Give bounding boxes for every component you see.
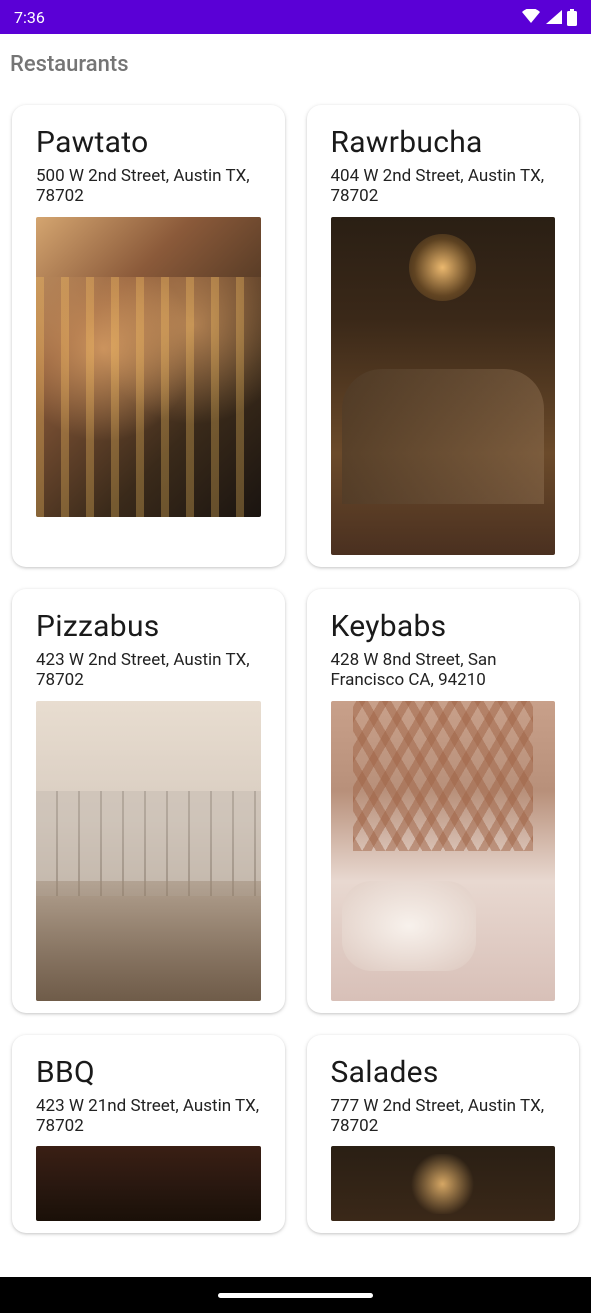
signal-icon [545,9,563,25]
restaurant-address: 777 W 2nd Street, Austin TX, 78702 [331,1096,556,1137]
status-time: 7:36 [14,8,45,27]
restaurant-image [331,1146,556,1221]
restaurant-card[interactable]: Pawtato 500 W 2nd Street, Austin TX, 787… [12,105,285,567]
wifi-icon [521,9,541,25]
restaurant-name: Salades [331,1055,556,1090]
page-title: Restaurants [0,34,591,95]
restaurant-image [331,701,556,1001]
restaurant-address: 423 W 21nd Street, Austin TX, 78702 [36,1096,261,1137]
restaurant-address: 423 W 2nd Street, Austin TX, 78702 [36,650,261,691]
restaurant-address: 500 W 2nd Street, Austin TX, 78702 [36,166,261,207]
restaurant-grid: Pawtato 500 W 2nd Street, Austin TX, 787… [0,95,591,1243]
restaurant-image [36,217,261,517]
restaurant-name: Keybabs [331,609,556,644]
restaurant-card[interactable]: BBQ 423 W 21nd Street, Austin TX, 78702 [12,1035,285,1234]
restaurant-name: Rawrbucha [331,125,556,160]
status-bar: 7:36 [0,0,591,34]
restaurant-address: 404 W 2nd Street, Austin TX, 78702 [331,166,556,207]
restaurant-address: 428 W 8nd Street, San Francisco CA, 9421… [331,650,556,691]
restaurant-card[interactable]: Pizzabus 423 W 2nd Street, Austin TX, 78… [12,589,285,1013]
restaurant-image [36,1146,261,1221]
restaurant-name: Pizzabus [36,609,261,644]
home-indicator[interactable] [218,1293,373,1298]
nav-bar [0,1277,591,1313]
status-icons [521,9,577,26]
restaurant-card[interactable]: Keybabs 428 W 8nd Street, San Francisco … [307,589,580,1013]
restaurant-name: BBQ [36,1055,261,1090]
restaurant-card[interactable]: Salades 777 W 2nd Street, Austin TX, 787… [307,1035,580,1234]
restaurant-image [331,217,556,555]
restaurant-card[interactable]: Rawrbucha 404 W 2nd Street, Austin TX, 7… [307,105,580,567]
restaurant-image [36,701,261,1001]
restaurant-name: Pawtato [36,125,261,160]
battery-icon [567,9,577,26]
